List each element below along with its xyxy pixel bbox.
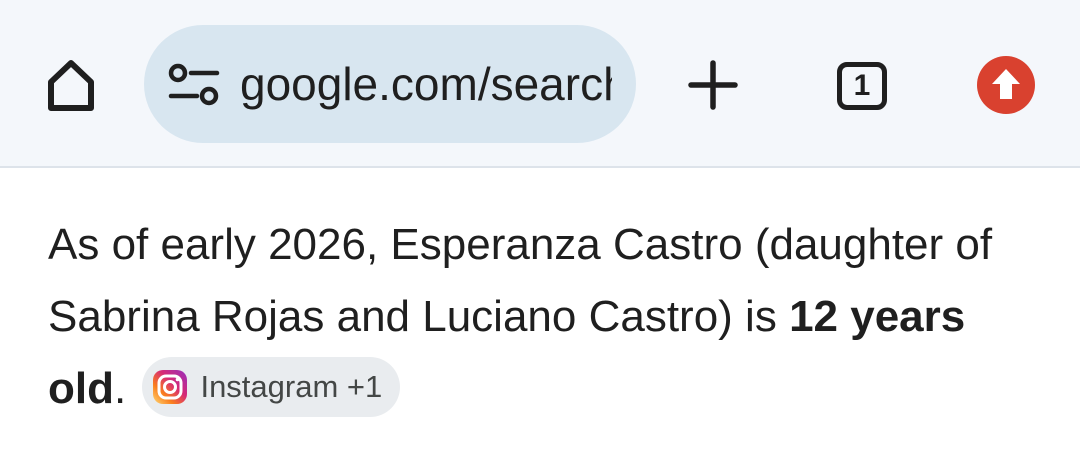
home-icon: [48, 60, 94, 111]
ai-answer-text: As of early 2026, Esperanza Castro (daug…: [48, 209, 1048, 425]
instagram-icon: [152, 369, 188, 405]
source-chip-label: Instagram +1: [200, 369, 383, 405]
tab-count: 1: [853, 69, 871, 102]
source-chip[interactable]: Instagram +1: [142, 357, 401, 418]
tab-switcher-button[interactable]: 1: [831, 57, 893, 115]
tab-switcher-icon: 1: [837, 62, 887, 110]
tune-icon: [168, 63, 220, 106]
browser-toolbar: google.com/search 1: [0, 0, 1080, 168]
plus-icon: [688, 60, 738, 110]
update-arrow-icon: [977, 56, 1035, 114]
new-tab-button[interactable]: [680, 52, 746, 118]
home-button[interactable]: [38, 52, 104, 118]
update-button[interactable]: [974, 53, 1038, 117]
address-bar[interactable]: google.com/search: [144, 25, 636, 143]
url-text[interactable]: google.com/search: [240, 56, 612, 112]
site-info-button[interactable]: [166, 63, 222, 107]
answer-text-after: .: [113, 364, 127, 413]
